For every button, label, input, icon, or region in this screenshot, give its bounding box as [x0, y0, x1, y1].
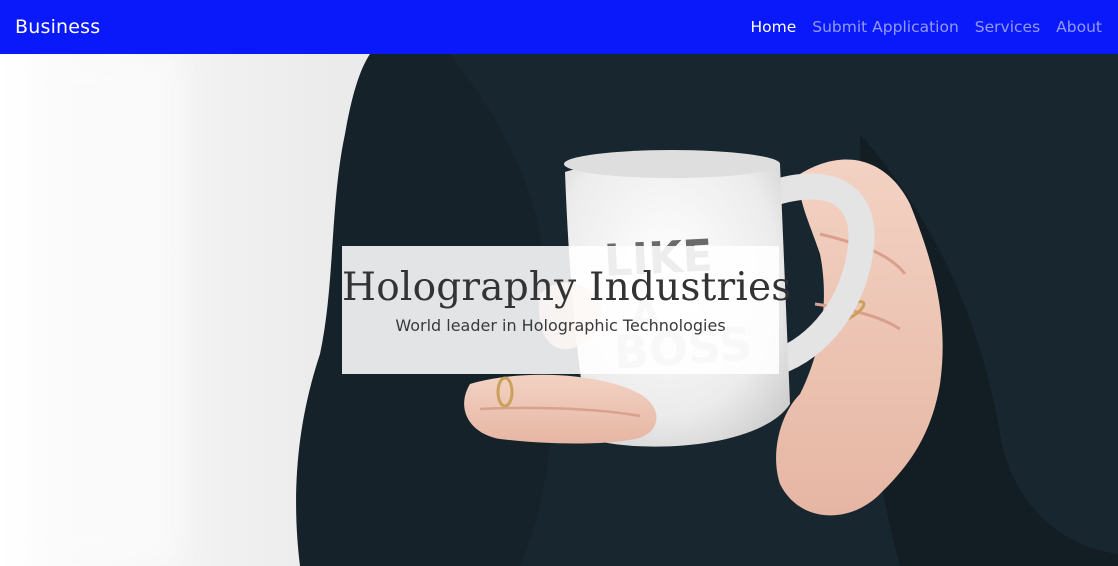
nav-link-submit-application[interactable]: Submit Application [812, 18, 959, 36]
page: Business Home Submit Application Service… [0, 0, 1118, 566]
top-navbar: Business Home Submit Application Service… [0, 0, 1118, 54]
nav-link-home[interactable]: Home [750, 18, 796, 36]
hero-subtitle: World leader in Holographic Technologies [395, 316, 726, 335]
nav-link-about[interactable]: About [1056, 18, 1102, 36]
hero-caption: Holography Industries World leader in Ho… [342, 246, 792, 374]
nav-link-services[interactable]: Services [975, 18, 1040, 36]
nav-links: Home Submit Application Services About [750, 18, 1102, 36]
hero-title: Holography Industries [342, 265, 792, 310]
brand-link[interactable]: Business [15, 16, 100, 38]
